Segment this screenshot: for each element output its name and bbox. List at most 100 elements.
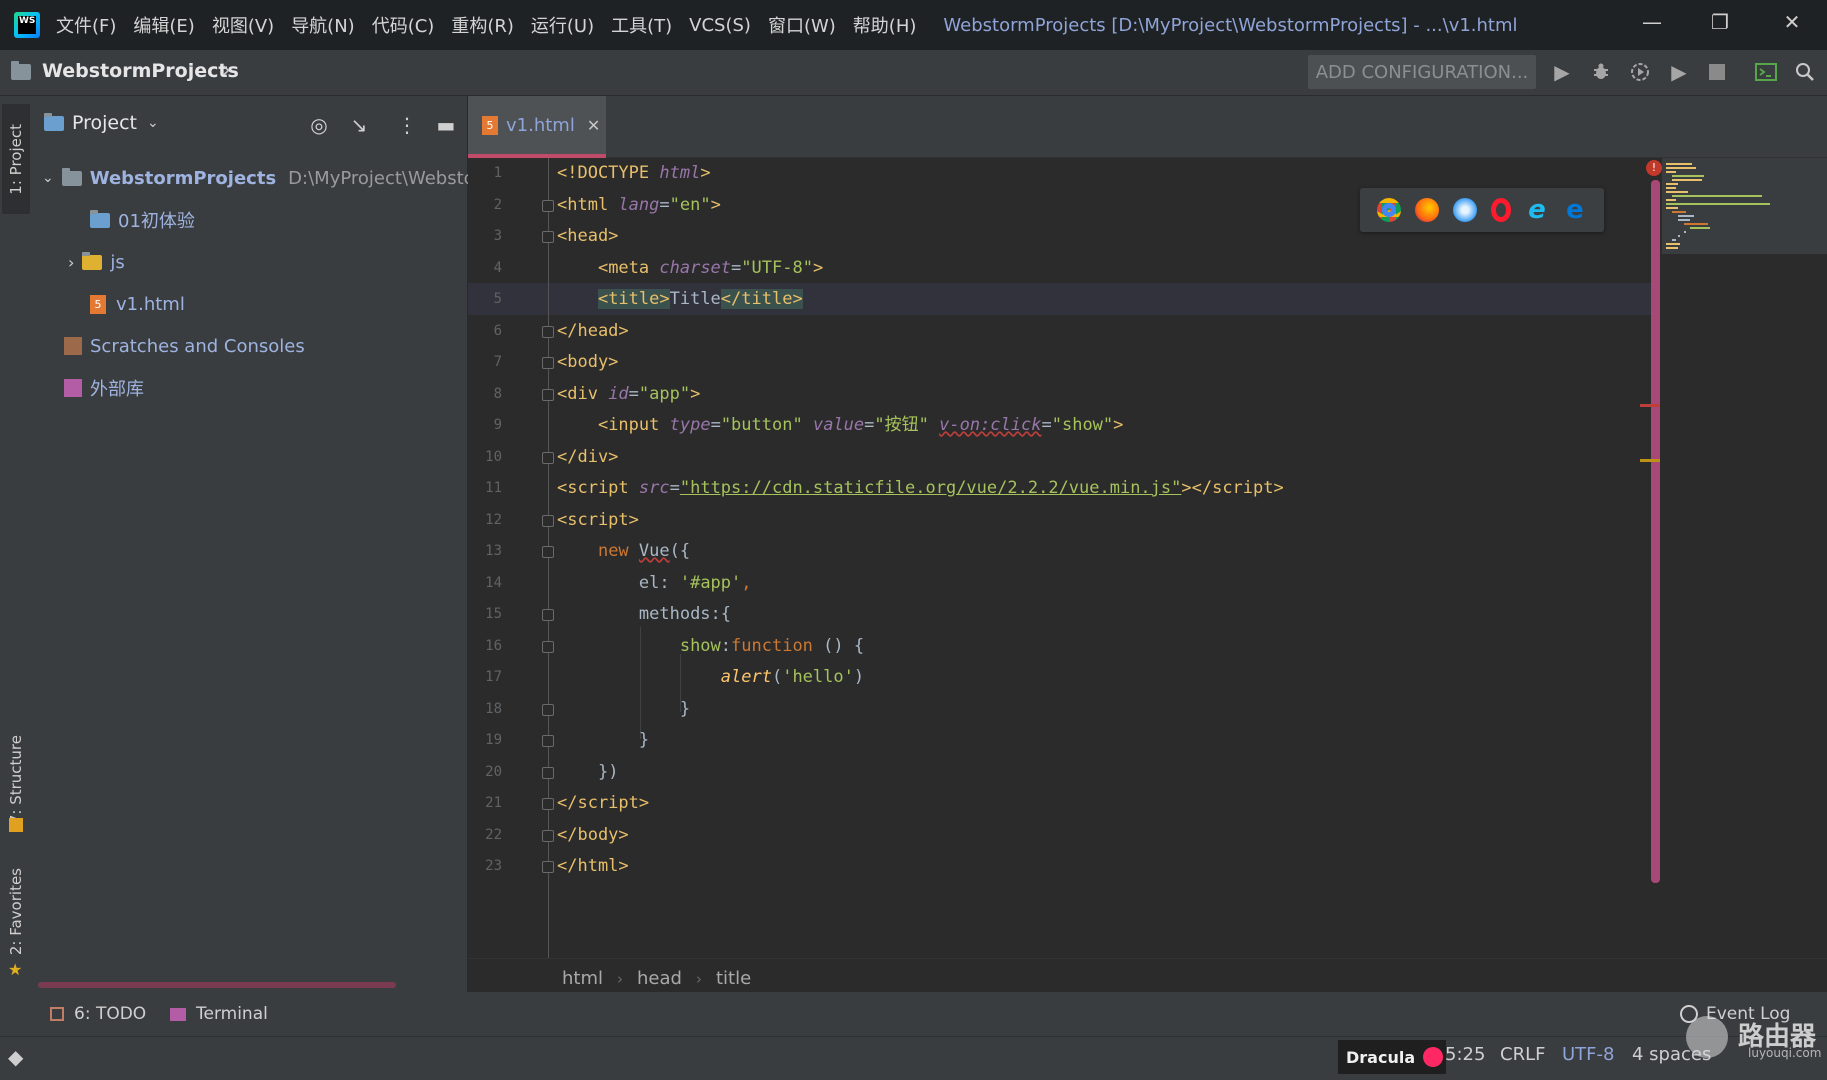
profile-button[interactable]: ▶ xyxy=(1665,58,1693,86)
fold-marker-icon[interactable] xyxy=(542,546,554,558)
line-number: 3 xyxy=(493,228,502,244)
fold-marker-icon[interactable] xyxy=(542,357,554,369)
edge-icon[interactable]: e xyxy=(1563,197,1587,223)
chevron-right-icon: › xyxy=(695,969,702,988)
code-line-15: methods:{ xyxy=(638,604,732,624)
target-icon: ◎ xyxy=(310,113,328,137)
caret-position[interactable]: 5:25 xyxy=(1445,1044,1485,1065)
line-separator[interactable]: CRLF xyxy=(1500,1044,1545,1065)
minimize-button[interactable]: — xyxy=(1622,0,1682,44)
debug-button[interactable] xyxy=(1587,58,1615,86)
add-configuration-button[interactable]: ADD CONFIGURATION... xyxy=(1308,55,1536,89)
logo-text: WS xyxy=(18,16,36,34)
error-marker[interactable] xyxy=(1640,404,1660,407)
run-button[interactable]: ▶ xyxy=(1548,58,1576,86)
code-line-18: } xyxy=(679,698,691,719)
hide-panel-button[interactable]: ▬ xyxy=(433,112,459,138)
tree-item-label: 外部库 xyxy=(90,379,144,400)
tree-item-v1-html[interactable]: 5 v1.html xyxy=(90,288,185,320)
tree-item-external-libs[interactable]: 外部库 xyxy=(64,372,144,404)
fold-marker-icon[interactable] xyxy=(542,798,554,810)
todo-label: 6: TODO xyxy=(74,1004,147,1024)
project-folder-icon xyxy=(44,112,64,131)
line-number: 19 xyxy=(485,732,502,748)
chevron-right-icon: › xyxy=(68,252,75,272)
fold-marker-icon[interactable] xyxy=(542,640,554,653)
breadcrumb-html[interactable]: html xyxy=(562,968,603,989)
fold-marker-icon[interactable] xyxy=(542,703,554,716)
chevron-down-icon: ⌄ xyxy=(147,115,159,131)
error-indicator-icon[interactable]: ! xyxy=(1646,160,1662,176)
opera-icon[interactable] xyxy=(1491,198,1511,222)
search-everywhere-button[interactable] xyxy=(1791,58,1819,86)
project-tool-tab[interactable]: 1: Project xyxy=(2,104,30,214)
fold-marker-icon[interactable] xyxy=(542,735,554,747)
stop-button[interactable] xyxy=(1703,58,1731,86)
safari-icon[interactable] xyxy=(1453,198,1477,222)
close-tab-icon[interactable]: ✕ xyxy=(587,116,600,135)
project-view-selector[interactable]: Project ⌄ xyxy=(44,112,159,134)
terminal-toolbar-button[interactable] xyxy=(1752,58,1780,86)
breadcrumb-project[interactable]: WebstormProjects xyxy=(42,60,239,82)
locate-button[interactable]: ◎ xyxy=(306,112,332,138)
fold-marker-icon[interactable] xyxy=(542,829,554,842)
menu-refactor[interactable]: 重构(R) xyxy=(451,12,514,38)
fold-marker-icon[interactable] xyxy=(542,766,554,779)
internet-explorer-icon[interactable]: e xyxy=(1525,197,1549,223)
favorites-tab-label: 2: Favorites xyxy=(7,868,25,956)
menu-window[interactable]: 窗口(W) xyxy=(768,12,836,38)
close-window-button[interactable]: ✕ xyxy=(1762,0,1822,44)
fold-marker-icon[interactable] xyxy=(542,199,554,212)
code-line-23: </html> xyxy=(557,856,629,876)
tree-item-folder-01[interactable]: 01初体验 xyxy=(90,204,195,236)
coverage-button[interactable] xyxy=(1626,58,1654,86)
collapse-icon: ↘ xyxy=(350,113,368,137)
line-number: 13 xyxy=(485,543,502,559)
restore-button[interactable]: ❐ xyxy=(1690,0,1750,44)
bug-icon xyxy=(1594,63,1608,79)
line-number: 6 xyxy=(493,322,502,339)
fold-marker-icon[interactable] xyxy=(542,861,554,873)
tab-v1-html[interactable]: 5 v1.html ✕ xyxy=(468,96,606,158)
menu-edit[interactable]: 编辑(E) xyxy=(133,12,194,38)
fold-marker-icon[interactable] xyxy=(542,325,554,338)
layers-icon[interactable]: ◆ xyxy=(8,1045,23,1069)
menu-help[interactable]: 帮助(H) xyxy=(853,12,917,38)
horizontal-scrollbar[interactable] xyxy=(38,982,396,988)
collapse-all-button[interactable]: ↘ xyxy=(346,112,372,138)
vertical-scrollbar[interactable] xyxy=(1651,180,1660,883)
menu-code[interactable]: 代码(C) xyxy=(372,12,435,38)
fold-marker-icon[interactable] xyxy=(542,514,554,527)
file-encoding[interactable]: UTF-8 xyxy=(1562,1044,1614,1065)
menu-file[interactable]: 文件(F) xyxy=(56,12,116,38)
options-button[interactable]: ⋮ xyxy=(394,112,420,138)
code-minimap[interactable] xyxy=(1662,158,1827,254)
menu-vcs[interactable]: VCS(S) xyxy=(689,15,751,36)
tree-item-scratches[interactable]: Scratches and Consoles xyxy=(64,330,305,362)
fold-marker-icon[interactable] xyxy=(542,451,554,464)
todo-tool-button[interactable]: 6: TODO xyxy=(50,1004,146,1024)
menu-run[interactable]: 运行(U) xyxy=(531,12,594,38)
chrome-icon[interactable] xyxy=(1377,198,1401,222)
menu-tools[interactable]: 工具(T) xyxy=(611,12,672,38)
breadcrumb-head[interactable]: head xyxy=(637,968,682,989)
search-icon xyxy=(1796,63,1814,81)
window-title: WebstormProjects [D:\MyProject\WebstormP… xyxy=(943,14,1518,36)
breadcrumb-title[interactable]: title xyxy=(716,968,751,989)
menu-navigate[interactable]: 导航(N) xyxy=(291,12,355,38)
theme-indicator[interactable]: Dracula xyxy=(1338,1040,1446,1074)
firefox-icon[interactable] xyxy=(1415,198,1439,222)
menu-view[interactable]: 视图(V) xyxy=(212,12,274,38)
fold-marker-icon[interactable] xyxy=(542,231,554,243)
tree-item-root[interactable]: ⌄ WebstormProjects D:\MyProject\Webstorm xyxy=(42,162,499,194)
fold-marker-icon[interactable] xyxy=(542,609,554,621)
favorites-tool-tab[interactable]: 2: Favorites xyxy=(2,862,30,962)
code-line-21: </script> xyxy=(557,793,650,813)
fold-marker-icon[interactable] xyxy=(542,388,554,401)
status-bar xyxy=(0,1036,1827,1080)
tree-item-js[interactable]: › js xyxy=(68,246,125,278)
warning-marker[interactable] xyxy=(1640,459,1660,462)
js-folder-icon xyxy=(82,251,103,270)
html5-icon: 5 xyxy=(90,294,106,314)
terminal-tool-button[interactable]: Terminal xyxy=(170,1004,268,1024)
